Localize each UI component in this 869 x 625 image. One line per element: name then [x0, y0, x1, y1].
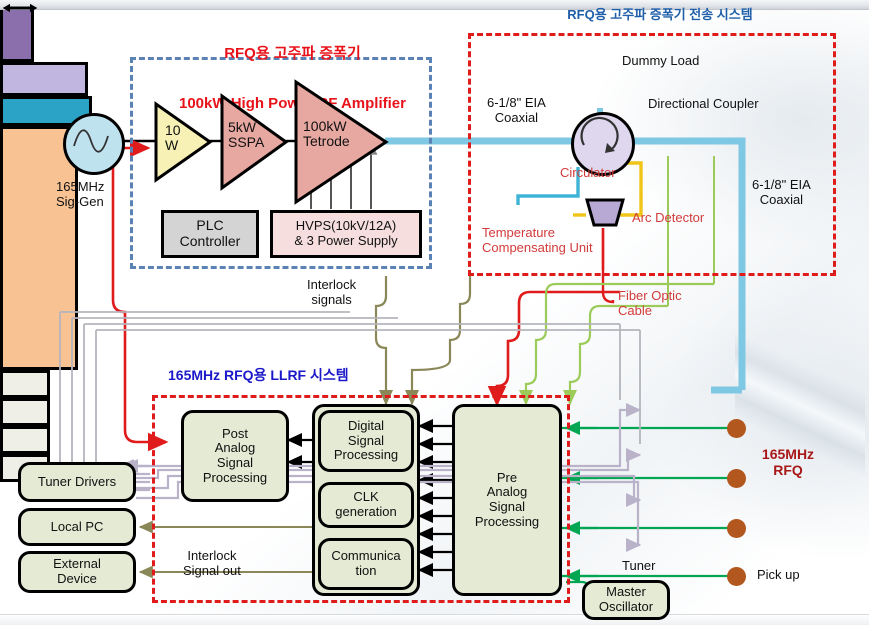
tuner-drivers-label: Tuner Drivers: [37, 473, 117, 489]
plc-controller-box: PLC Controller: [161, 210, 259, 258]
circulator-label: Circulator: [560, 165, 616, 180]
circulator-arrow-icon: [580, 116, 619, 153]
digital-signal-processing-box: Digital Signal Processing: [318, 410, 414, 472]
tuner-drivers-box[interactable]: Tuner Drivers: [18, 462, 136, 502]
pre-analog-label: Pre Analog Signal Processing: [474, 469, 540, 529]
coax-left-label: 6-1/8" EIA Coaxial: [487, 95, 546, 125]
local-pc-label: Local PC: [50, 518, 104, 534]
tuner-label: Tuner: [622, 558, 656, 573]
external-device-label: External Device: [53, 556, 101, 586]
hvps-label: HVPS(10kV/12A) & 3 Power Supply: [294, 218, 398, 248]
signal-generator-icon: [63, 113, 125, 175]
diagram-canvas: RFQ용 고주파 증폭기 100kW High Power RF Amplifi…: [0, 0, 869, 625]
pickup-3: [727, 519, 746, 538]
local-pc-box[interactable]: Local PC: [18, 508, 136, 546]
signal-generator-label: 165MHz Sig-Gen: [56, 179, 105, 209]
post-analog-signal-processing-box: Post Analog Signal Processing: [181, 410, 289, 502]
clk-generation-label: CLK generation: [335, 489, 397, 519]
pickup-2: [727, 469, 746, 488]
transmission-title: RFQ용 고주파 증폭기 전송 시스템: [567, 7, 753, 22]
amplifier-100kw-tetrode-label: 100kW Tetrode: [303, 118, 350, 150]
post-analog-label: Post Analog Signal Processing: [202, 425, 268, 485]
amplifier-10w-icon: [154, 101, 213, 183]
pickup-4: [727, 567, 746, 586]
communication-box: Communica tion: [318, 538, 414, 590]
hvps-box: HVPS(10kV/12A) & 3 Power Supply: [270, 210, 422, 258]
fiber-optic-cable-label: Fiber Optic Cable: [618, 288, 682, 318]
master-oscillator-box: Master Oscillator: [582, 580, 670, 620]
clk-generation-box: CLK generation: [318, 482, 414, 528]
rfq-label: 165MHz RFQ: [761, 446, 815, 478]
communication-label: Communica tion: [331, 548, 401, 578]
pickup-label: Pick up: [757, 567, 800, 582]
master-oscillator-label: Master Oscillator: [598, 584, 654, 614]
pre-analog-signal-processing-box: Pre Analog Signal Processing: [452, 404, 562, 596]
temperature-compensating-unit-label: Temperature Compensating Unit: [482, 225, 593, 255]
external-device-box[interactable]: External Device: [18, 551, 136, 593]
arc-detector-icon: [585, 198, 625, 227]
digital-signal-processing-label: Digital Signal Processing: [333, 418, 399, 463]
sine-wave-icon: [73, 129, 109, 153]
interlock-signals-label: Interlock signals: [307, 277, 357, 307]
interlock-signal-out-label: Interlock Signal out: [183, 548, 241, 578]
amplifier-5kw-sspa-label: 5kW SSPA: [228, 119, 265, 151]
dummy-load-label: Dummy Load: [622, 53, 700, 68]
pickup-1: [727, 419, 746, 438]
llrf-title: 165MHz RFQ용 LLRF 시스템: [168, 367, 349, 383]
plc-controller-label: PLC Controller: [179, 217, 241, 249]
directional-coupler-label: Directional Coupler: [648, 96, 759, 111]
amplifier-title-kr: RFQ용 고주파 증폭기: [224, 44, 361, 62]
arc-detector-label: Arc Detector: [632, 210, 705, 225]
double-arrow-icon: [3, 4, 37, 12]
amplifier-10w-label: 10 W: [165, 122, 181, 154]
coax-right-label: 6-1/8" EIA Coaxial: [752, 177, 811, 207]
